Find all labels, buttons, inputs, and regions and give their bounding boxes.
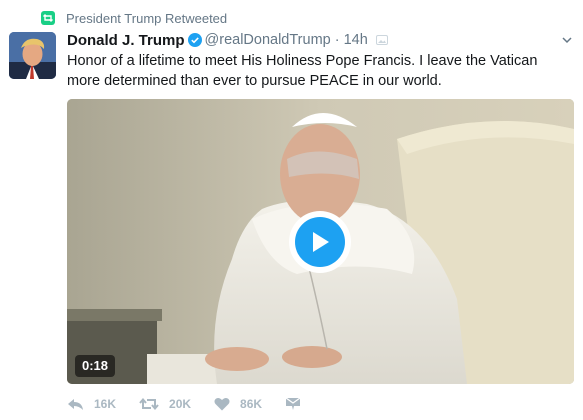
retweet-context[interactable]: President Trump Retweeted xyxy=(41,9,227,27)
direct-message-button[interactable] xyxy=(285,397,301,411)
heart-icon xyxy=(214,397,230,411)
like-count: 86K xyxy=(240,397,263,411)
tweet-header: Donald J. Trump @realDonaldTrump · 14h xyxy=(67,30,388,50)
like-button[interactable]: 86K xyxy=(214,397,262,411)
tweet-timestamp[interactable]: 14h xyxy=(344,32,368,48)
retweet-context-label: President Trump Retweeted xyxy=(66,10,228,26)
play-icon xyxy=(295,217,345,267)
gallery-icon xyxy=(375,35,388,45)
retweet-button[interactable]: 20K xyxy=(139,397,191,411)
reply-count: 16K xyxy=(94,397,117,411)
reply-icon xyxy=(68,399,83,410)
retweet-icon xyxy=(139,397,159,411)
reply-button[interactable]: 16K xyxy=(67,397,116,411)
video-duration-badge: 0:18 xyxy=(75,355,116,377)
retweet-badge-icon xyxy=(41,11,55,25)
verified-badge-icon xyxy=(187,33,202,47)
play-button[interactable] xyxy=(289,211,351,273)
author-name[interactable]: Donald J. Trump xyxy=(67,32,185,49)
tweet-actions: 16K 20K 86K xyxy=(67,394,324,414)
tweet-card[interactable]: President Trump Retweeted Donald J. Trum… xyxy=(0,0,583,420)
video-player[interactable]: 0:18 xyxy=(67,99,574,384)
meta-separator: · xyxy=(334,32,340,48)
envelope-icon xyxy=(285,397,301,410)
tweet-text: Honor of a lifetime to meet His Holiness… xyxy=(67,53,538,89)
avatar-image xyxy=(9,32,56,79)
retweet-count: 20K xyxy=(169,397,192,411)
more-options-chevron-icon[interactable] xyxy=(561,34,573,46)
avatar[interactable] xyxy=(9,32,56,79)
author-handle[interactable]: @realDonaldTrump xyxy=(205,32,331,48)
